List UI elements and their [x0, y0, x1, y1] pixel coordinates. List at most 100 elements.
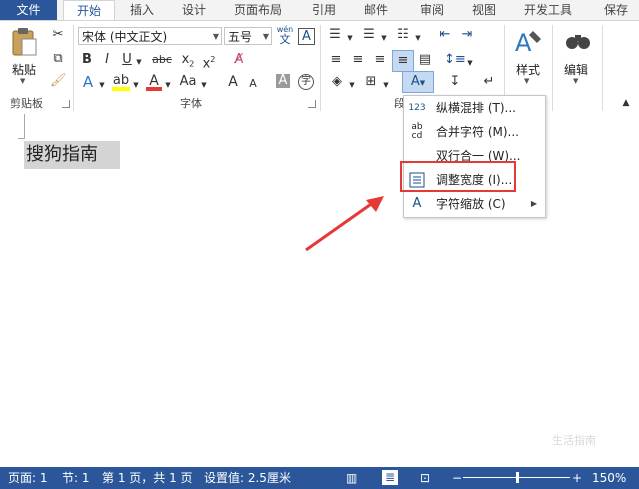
selected-document-text[interactable]: 搜狗指南 [24, 141, 120, 169]
character-border-icon[interactable]: A [298, 28, 315, 45]
editing-button[interactable]: 编辑 ▼ [560, 27, 596, 91]
editing-label: 编辑 [564, 63, 589, 77]
tab-design[interactable]: 设计 [172, 0, 216, 20]
menu-item-label: 合并字符 (M)... [436, 125, 519, 139]
chevron-down-icon: ▼ [212, 32, 219, 41]
shrink-font-icon[interactable]: A [246, 76, 260, 92]
align-center-icon[interactable]: ≡ [350, 52, 366, 68]
status-page[interactable]: 页面: 1 [8, 467, 48, 489]
subscript-icon[interactable]: x2 [180, 52, 196, 73]
numbering-icon[interactable]: ☰ [360, 27, 378, 43]
asian-layout-icon[interactable]: A▼ [402, 71, 434, 93]
file-tab[interactable]: 文件 [0, 0, 57, 20]
tab-home[interactable]: 开始 [63, 0, 115, 22]
enclose-characters-icon[interactable]: 字 [298, 74, 314, 90]
status-pages[interactable]: 第 1 页，共 1 页 [102, 467, 193, 489]
menu-item-combine-characters[interactable]: ab cd 合并字符 (M)... [404, 120, 545, 144]
chevron-down-icon[interactable]: ▼ [466, 55, 474, 71]
zoom-level[interactable]: 150% [592, 467, 626, 489]
zoom-out-button[interactable]: − [452, 467, 462, 489]
menu-item-label: 字符缩放 (C) [436, 197, 506, 211]
font-size-select[interactable]: 五号 ▼ [224, 27, 272, 45]
distributed-icon[interactable]: ▤ [416, 52, 434, 68]
shading-icon[interactable]: ◈ [328, 74, 346, 90]
chevron-down-icon[interactable]: ▼ [135, 54, 143, 70]
font-group-label: 字体 [180, 97, 202, 110]
borders-icon[interactable]: ⊞ [362, 74, 380, 90]
svg-text:A: A [515, 29, 532, 57]
annotation-arrow [305, 196, 384, 252]
chevron-down-icon[interactable]: ▼ [164, 77, 172, 93]
menu-item-character-scaling[interactable]: A 字符缩放 (C) ▶ [404, 192, 545, 216]
vertical-in-horizontal-icon: 123 [408, 103, 426, 113]
asian-layout-menu: 123 纵横混排 (T)... ab cd 合并字符 (M)... 双行合一 (W… [403, 95, 546, 218]
tab-page-layout[interactable]: 页面布局 [228, 0, 288, 20]
cut-icon[interactable]: ✂ [50, 27, 66, 43]
chevron-down-icon[interactable]: ▼ [380, 30, 388, 46]
tab-references[interactable]: 引用 [302, 0, 346, 20]
clear-formatting-icon[interactable]: A̸ [230, 52, 248, 68]
print-layout-icon[interactable]: ≣ [382, 470, 398, 485]
format-painter-icon[interactable]: 🖌 [50, 73, 67, 89]
chevron-down-icon: ▼ [20, 77, 26, 85]
copy-icon[interactable]: ⧉ [50, 51, 66, 67]
zoom-slider-thumb[interactable] [516, 472, 519, 483]
grow-font-icon[interactable]: A [226, 74, 240, 90]
status-setting[interactable]: 设置值: 2.5厘米 [204, 467, 291, 489]
bold-icon[interactable]: B [80, 52, 94, 68]
change-case-icon[interactable]: Aa [178, 74, 198, 90]
combine-characters-icon: ab cd [411, 122, 423, 141]
show-marks-icon[interactable]: ↵ [480, 74, 498, 90]
multilevel-list-icon[interactable]: ☷ [394, 27, 412, 43]
collapse-ribbon-icon[interactable]: ▲ [620, 95, 632, 111]
increase-indent-icon[interactable]: ⇥ [458, 27, 476, 43]
decrease-indent-icon[interactable]: ⇤ [436, 27, 454, 43]
watermark: 生活指南 [552, 434, 596, 447]
character-shading-icon[interactable]: A [276, 74, 290, 88]
clipboard-group-label: 剪贴板 [10, 97, 43, 110]
menu-item-label: 纵横混排 (T)... [436, 101, 516, 115]
font-color-icon[interactable]: A [146, 73, 162, 91]
chevron-down-icon[interactable]: ▼ [98, 77, 106, 93]
align-left-icon[interactable]: ≡ [328, 52, 344, 68]
font-launcher-icon[interactable] [308, 100, 316, 108]
chevron-down-icon[interactable]: ▼ [346, 30, 354, 46]
tab-save[interactable]: 保存 [593, 0, 639, 20]
phonetic-guide-icon[interactable]: wén 文 [276, 25, 294, 46]
menu-item-vertical-in-horizontal[interactable]: 123 纵横混排 (T)... [404, 96, 545, 120]
sort-icon[interactable]: ↧ [446, 74, 464, 90]
superscript-icon[interactable]: x2 [201, 52, 217, 72]
chevron-down-icon[interactable]: ▼ [414, 30, 422, 46]
zoom-in-button[interactable]: + [572, 467, 582, 489]
styles-label: 样式 [516, 63, 541, 77]
strikethrough-icon[interactable]: abc [150, 52, 174, 68]
underline-icon[interactable]: U [120, 52, 134, 68]
highlight-box [400, 161, 516, 192]
italic-icon[interactable]: I [100, 52, 114, 68]
clipboard-launcher-icon[interactable] [62, 100, 70, 108]
web-layout-icon[interactable]: ⊡ [420, 467, 430, 489]
read-mode-icon[interactable]: ▥ [346, 467, 357, 489]
chevron-down-icon[interactable]: ▼ [200, 77, 208, 93]
tab-developer[interactable]: 开发工具 [515, 0, 581, 20]
justify-icon[interactable]: ≡ [392, 50, 414, 72]
binoculars-icon [566, 35, 590, 49]
chevron-down-icon[interactable]: ▼ [348, 77, 356, 93]
line-spacing-icon[interactable]: ↕≡ [444, 52, 466, 68]
chevron-down-icon: ▼ [262, 32, 269, 41]
tab-review[interactable]: 审阅 [410, 0, 454, 20]
styles-button[interactable]: A 样式 ▼ [510, 27, 546, 91]
bullets-icon[interactable]: ☰ [326, 27, 344, 43]
highlight-color-icon[interactable]: ab [112, 73, 130, 91]
tab-mailings[interactable]: 邮件 [354, 0, 398, 20]
status-section[interactable]: 节: 1 [62, 467, 90, 489]
font-family-select[interactable]: 宋体 (中文正文) ▼ [78, 27, 222, 45]
text-effects-icon[interactable]: A [80, 74, 96, 90]
tab-view[interactable]: 视图 [462, 0, 506, 20]
align-right-icon[interactable]: ≡ [372, 52, 388, 68]
chevron-down-icon[interactable]: ▼ [132, 77, 140, 93]
tab-insert[interactable]: 插入 [120, 0, 164, 20]
chevron-down-icon[interactable]: ▼ [382, 77, 390, 93]
paste-button[interactable]: 粘贴 ▼ [6, 27, 42, 87]
paste-label: 粘贴 [12, 63, 37, 77]
